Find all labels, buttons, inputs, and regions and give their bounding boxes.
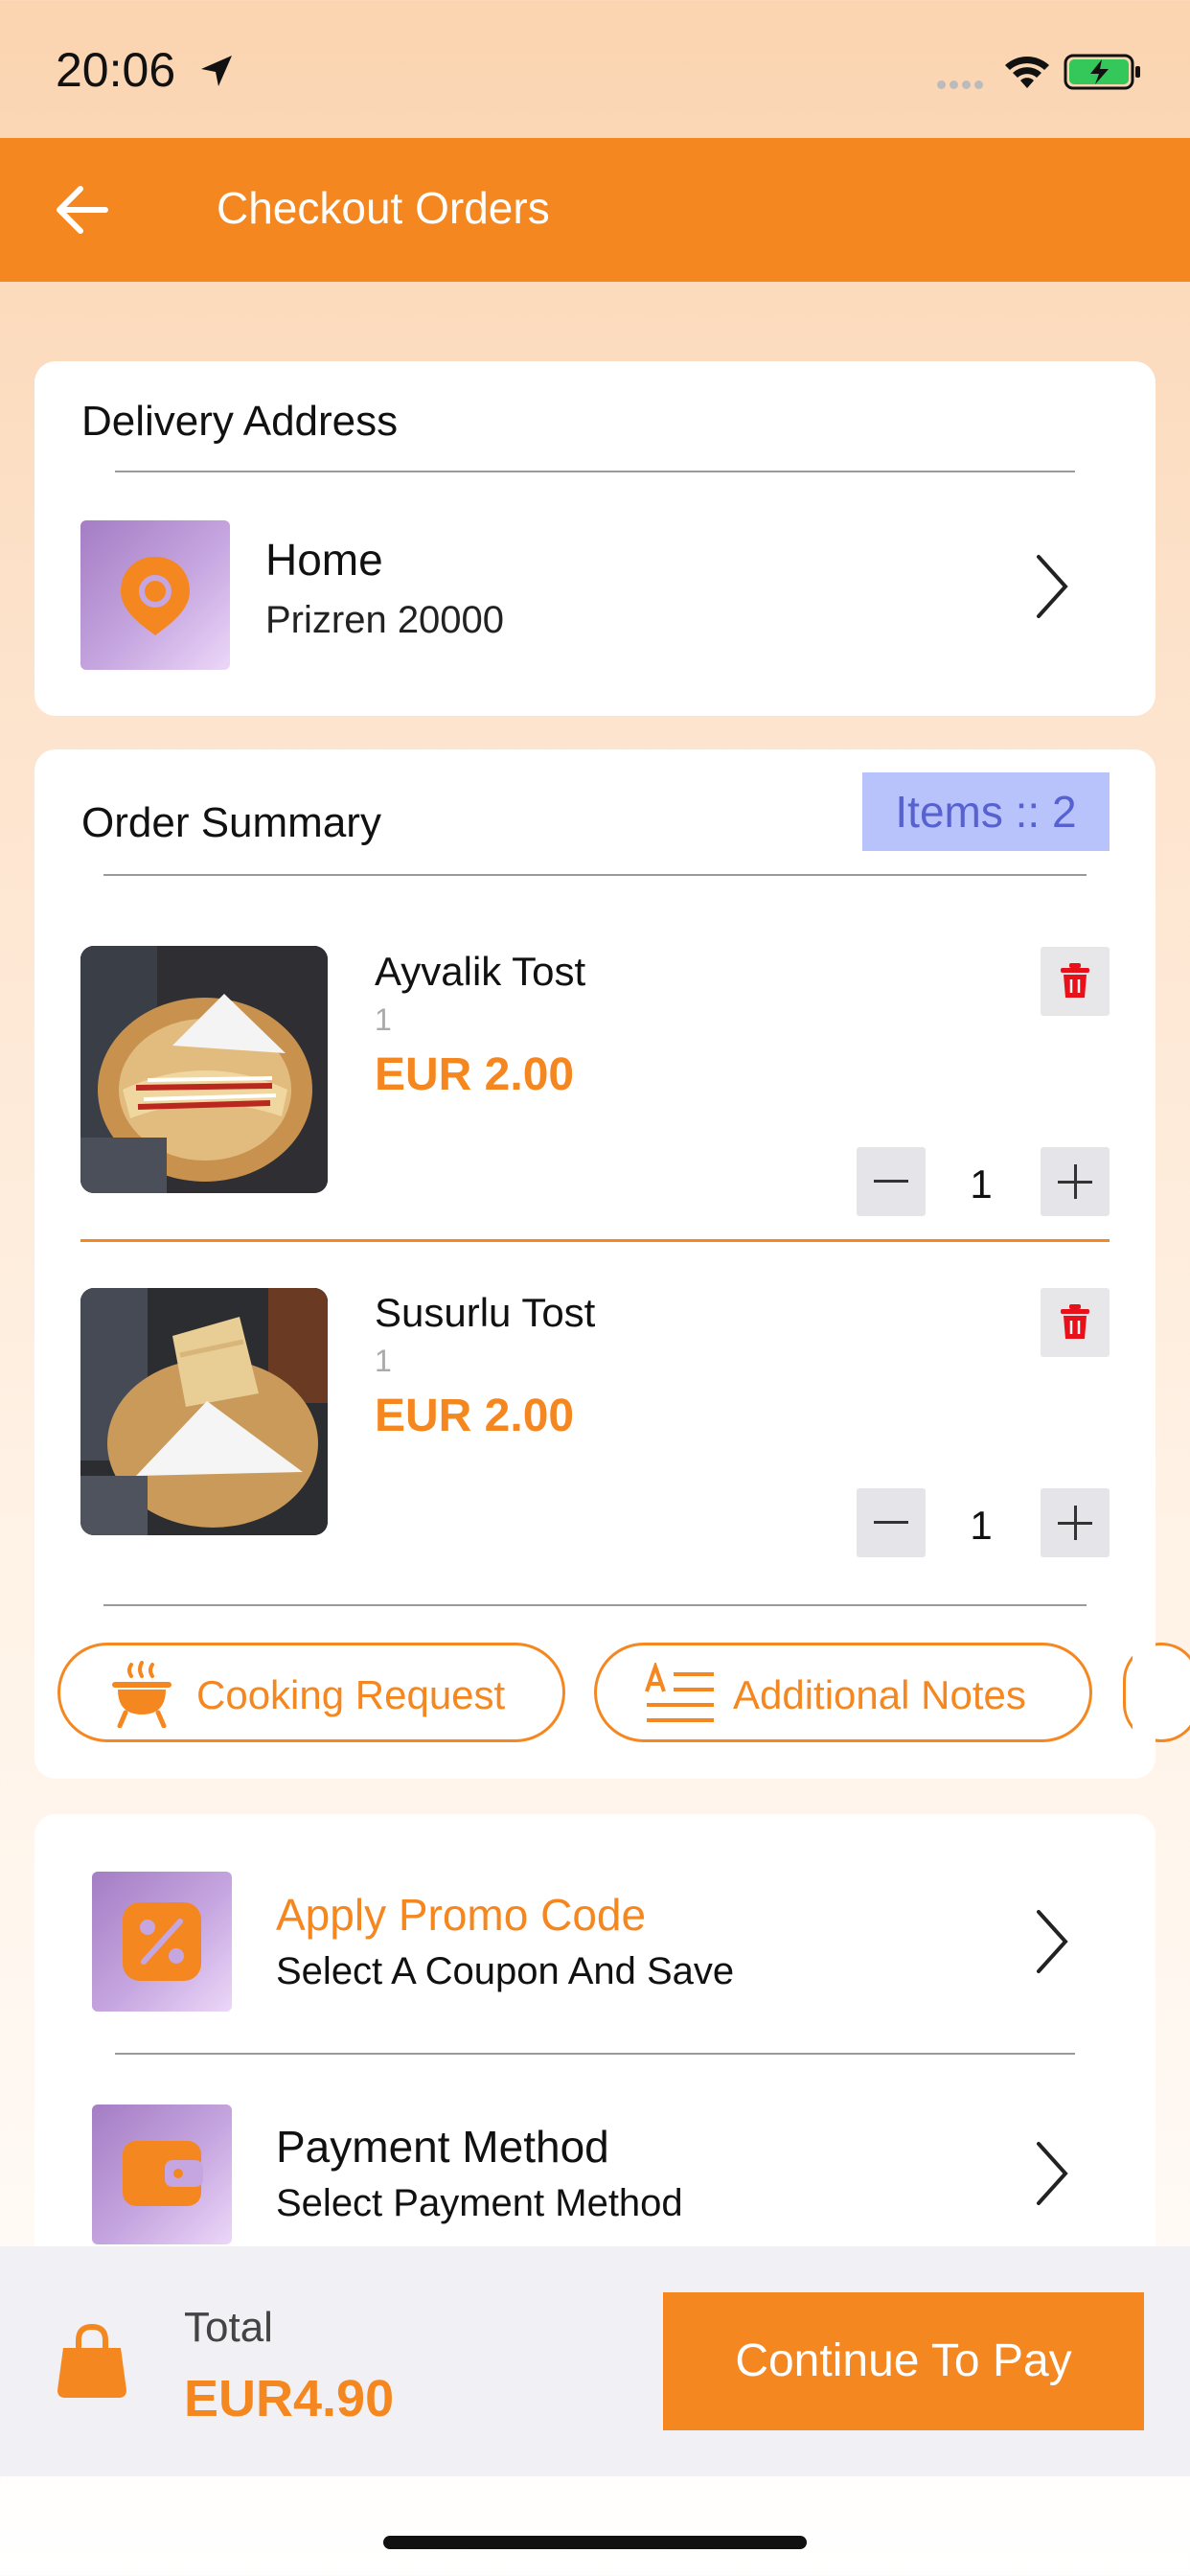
decrease-quantity-button[interactable] [857, 1488, 926, 1557]
checkout-bottom-bar: Total EUR4.90 Continue To Pay [0, 2246, 1190, 2476]
item-name: Susurlu Tost [375, 1290, 596, 1335]
wifi-icon [1005, 57, 1049, 88]
item-price: EUR 2.00 [375, 1049, 575, 1100]
signal-dots-icon [937, 77, 987, 94]
total-value: EUR4.90 [184, 2370, 395, 2427]
delete-item-button[interactable] [1041, 947, 1110, 1016]
delivery-address-heading: Delivery Address [81, 398, 399, 445]
promo-title: Apply Promo Code [276, 1890, 647, 1940]
additional-notes-button[interactable]: Additional Notes [594, 1643, 1092, 1742]
order-summary-heading: Order Summary [81, 799, 381, 846]
trash-icon [1061, 963, 1089, 998]
divider [115, 2053, 1075, 2055]
delivery-address-card: Delivery Address Home Prizren 20000 [34, 361, 1156, 716]
order-summary-card: Order Summary Items :: 2 Ayvalik Tost 1 … [34, 749, 1190, 1779]
checkout-options-card: Apply Promo Code Select A Coupon And Sav… [34, 1814, 1156, 2265]
divider [103, 1604, 1087, 1606]
items-count-badge: Items :: 2 [862, 772, 1110, 851]
payment-subtitle: Select Payment Method [276, 2182, 683, 2224]
chip-scroll-mask [1133, 1631, 1156, 1756]
minus-icon [874, 1180, 908, 1183]
payment-tile [92, 2104, 232, 2244]
status-bar: 20:06 [0, 0, 1190, 138]
cooking-request-label: Cooking Request [196, 1672, 506, 1717]
continue-to-pay-button[interactable]: Continue To Pay [663, 2292, 1144, 2430]
back-arrow-icon[interactable] [54, 184, 109, 236]
additional-notes-label: Additional Notes [733, 1672, 1026, 1717]
cooking-request-button[interactable]: Cooking Request [57, 1643, 565, 1742]
app-bar: Checkout Orders [0, 138, 1190, 282]
payment-title: Payment Method [276, 2122, 609, 2172]
item-quantity-text: 1 [375, 1344, 392, 1378]
chevron-right-icon [1037, 555, 1068, 618]
trash-icon [1061, 1304, 1089, 1339]
address-name: Home [265, 535, 383, 585]
page-title: Checkout Orders [217, 183, 550, 233]
home-indicator [383, 2536, 807, 2549]
plus-icon [1058, 1164, 1092, 1199]
promo-subtitle: Select A Coupon And Save [276, 1950, 735, 1992]
status-time: 20:06 [56, 43, 176, 97]
minus-icon [874, 1521, 908, 1524]
divider [115, 471, 1075, 472]
address-detail: Prizren 20000 [265, 599, 505, 641]
decrease-quantity-button[interactable] [857, 1147, 926, 1216]
discount-percent-icon [123, 1902, 201, 1981]
item-name: Ayvalik Tost [375, 949, 586, 994]
total-label: Total [184, 2304, 273, 2351]
cooking-pot-icon [112, 1661, 172, 1728]
increase-quantity-button[interactable] [1041, 1147, 1110, 1216]
wallet-icon [123, 2141, 203, 2206]
location-pin-tile [80, 520, 230, 670]
quantity-value: 1 [970, 1162, 993, 1207]
item-divider [80, 1239, 1110, 1242]
location-arrow-icon [201, 56, 232, 86]
chevron-right-icon [1037, 2142, 1068, 2205]
shopping-bag-icon [57, 2323, 126, 2398]
chevron-right-icon [1037, 1910, 1068, 1973]
food-photo [80, 946, 328, 1193]
plus-icon [1058, 1506, 1092, 1540]
battery-charging-icon [1064, 54, 1140, 90]
promo-tile [92, 1872, 232, 2012]
divider [103, 874, 1087, 876]
item-quantity-text: 1 [375, 1002, 392, 1037]
item-price: EUR 2.00 [375, 1391, 575, 1441]
food-photo [80, 1288, 328, 1535]
quantity-value: 1 [970, 1503, 993, 1548]
location-pin-icon [121, 557, 190, 635]
delete-item-button[interactable] [1041, 1288, 1110, 1357]
increase-quantity-button[interactable] [1041, 1488, 1110, 1557]
notes-icon [645, 1663, 714, 1722]
